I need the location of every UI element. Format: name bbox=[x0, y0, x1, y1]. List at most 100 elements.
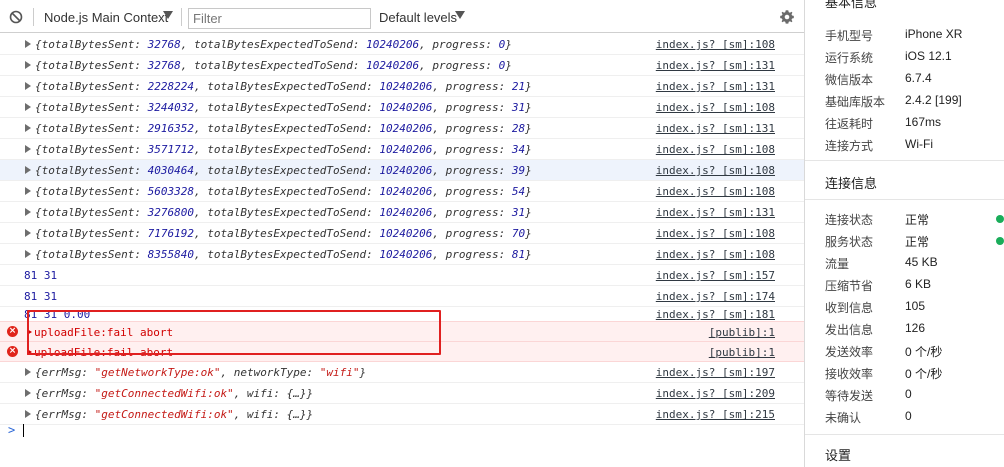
source-link[interactable]: index.js? [sm]:108 bbox=[656, 164, 775, 177]
source-link[interactable]: index.js? [sm]:197 bbox=[656, 366, 775, 379]
console-toolbar: Node.js Main Context Default levels bbox=[0, 0, 804, 33]
source-link[interactable]: index.js? [sm]:108 bbox=[656, 185, 775, 198]
panel-divider bbox=[805, 434, 1004, 435]
expand-triangle-icon[interactable] bbox=[25, 103, 31, 111]
info-value: 0 个/秒 bbox=[905, 345, 943, 359]
source-link[interactable]: index.js? [sm]:131 bbox=[656, 80, 775, 93]
console-message-row: {totalBytesSent: 2916352, totalBytesExpe… bbox=[0, 118, 804, 139]
log-object-preview[interactable]: {totalBytesSent: 32768, totalBytesExpect… bbox=[35, 59, 512, 72]
log-object-preview[interactable]: {totalBytesSent: 2228224, totalBytesExpe… bbox=[35, 80, 532, 93]
console-input-caret[interactable] bbox=[23, 424, 24, 437]
error-icon: × bbox=[7, 326, 18, 337]
expand-triangle-icon[interactable] bbox=[25, 166, 31, 174]
log-object-preview[interactable]: {totalBytesSent: 3244032, totalBytesExpe… bbox=[35, 101, 532, 114]
source-link[interactable]: index.js? [sm]:215 bbox=[656, 408, 775, 421]
source-link[interactable]: index.js? [sm]:131 bbox=[656, 206, 775, 219]
source-link[interactable]: index.js? [sm]:157 bbox=[656, 269, 775, 282]
console-message-row: {errMsg: "getConnectedWifi:ok", wifi: {…… bbox=[0, 383, 804, 404]
log-object-preview[interactable]: {totalBytesSent: 3571712, totalBytesExpe… bbox=[35, 143, 532, 156]
log-text: 81 31 bbox=[24, 290, 58, 303]
log-object-preview[interactable]: {totalBytesSent: 3276800, totalBytesExpe… bbox=[35, 206, 532, 219]
chevron-down-icon[interactable] bbox=[163, 11, 173, 19]
expand-triangle-icon[interactable] bbox=[25, 61, 31, 69]
info-value: 0 个/秒 bbox=[905, 367, 943, 381]
expand-triangle-icon[interactable] bbox=[25, 208, 31, 216]
log-object-preview[interactable]: {totalBytesSent: 2916352, totalBytesExpe… bbox=[35, 122, 532, 135]
log-object-preview[interactable]: {errMsg: "getConnectedWifi:ok", wifi: {…… bbox=[35, 408, 313, 421]
console-message-row: {errMsg: "getNetworkType:ok", networkTyp… bbox=[0, 362, 804, 383]
settings-section-title: 设置 bbox=[825, 448, 852, 463]
expand-triangle-icon[interactable] bbox=[25, 124, 31, 132]
info-value: iPhone XR bbox=[905, 27, 963, 41]
error-icon: × bbox=[7, 346, 18, 357]
console-prompt: > bbox=[8, 423, 16, 437]
source-link[interactable]: index.js? [sm]:131 bbox=[656, 122, 775, 135]
expand-triangle-icon[interactable] bbox=[25, 389, 31, 397]
log-object-preview[interactable]: {totalBytesSent: 7176192, totalBytesExpe… bbox=[35, 227, 532, 240]
info-value: Wi-Fi bbox=[905, 137, 933, 151]
expand-triangle-icon[interactable] bbox=[25, 40, 31, 48]
info-value: 167ms bbox=[905, 115, 942, 129]
expand-triangle-icon[interactable] bbox=[25, 229, 31, 237]
console-message-row: {totalBytesSent: 3276800, totalBytesExpe… bbox=[0, 202, 804, 223]
filter-input[interactable] bbox=[188, 8, 371, 29]
info-value: 正常 bbox=[905, 235, 930, 249]
panel-section-title: 基本信息 bbox=[825, 0, 878, 10]
source-link[interactable]: index.js? [sm]:131 bbox=[656, 59, 775, 72]
source-link[interactable]: index.js? [sm]:108 bbox=[656, 143, 775, 156]
source-link[interactable]: index.js? [sm]:108 bbox=[656, 38, 775, 51]
expand-triangle-icon[interactable] bbox=[25, 187, 31, 195]
chevron-down-icon[interactable] bbox=[455, 11, 465, 19]
panel-divider bbox=[805, 160, 1004, 161]
log-object-preview[interactable]: {errMsg: "getConnectedWifi:ok", wifi: {…… bbox=[35, 387, 313, 400]
source-link[interactable]: index.js? [sm]:108 bbox=[656, 248, 775, 261]
info-label: 发出信息 bbox=[825, 323, 874, 337]
console-message-row: {totalBytesSent: 5603328, totalBytesExpe… bbox=[0, 181, 804, 202]
gear-icon[interactable] bbox=[779, 9, 795, 25]
log-object-preview[interactable]: {totalBytesSent: 5603328, totalBytesExpe… bbox=[35, 185, 532, 198]
info-value: 0 bbox=[905, 409, 912, 423]
expand-triangle-icon[interactable] bbox=[25, 410, 31, 418]
info-label: 未确认 bbox=[825, 411, 862, 425]
info-value: 6 KB bbox=[905, 277, 932, 291]
log-object-preview[interactable]: {totalBytesSent: 4030464, totalBytesExpe… bbox=[35, 164, 532, 177]
console-message-row: 81 31 index.js? [sm]:157 bbox=[0, 265, 804, 286]
expand-triangle-icon[interactable] bbox=[25, 250, 31, 258]
info-panel: 基本信息 手机型号 iPhone XR 运行系统 iOS 12.1 微信版本 6.7.4 基… bbox=[805, 0, 1004, 467]
info-label: 连接状态 bbox=[825, 213, 874, 227]
info-label: 流量 bbox=[825, 257, 850, 271]
source-link[interactable]: index.js? [sm]:108 bbox=[656, 101, 775, 114]
console-message-row: {errMsg: "getConnectedWifi:ok", wifi: {…… bbox=[0, 404, 804, 425]
source-link[interactable]: [publib]:1 bbox=[709, 346, 775, 359]
expand-triangle-icon[interactable] bbox=[25, 368, 31, 376]
info-label: 微信版本 bbox=[825, 73, 874, 87]
console-message-row: {totalBytesSent: 3571712, totalBytesExpe… bbox=[0, 139, 804, 160]
info-label: 收到信息 bbox=[825, 301, 874, 315]
info-label: 运行系统 bbox=[825, 51, 874, 65]
connection-section-title: 连接信息 bbox=[825, 176, 878, 191]
status-dot-icon bbox=[996, 237, 1004, 245]
source-link[interactable]: index.js? [sm]:181 bbox=[656, 308, 775, 321]
console-message-row: {totalBytesSent: 32768, totalBytesExpect… bbox=[0, 55, 804, 76]
context-selector[interactable]: Node.js Main Context bbox=[44, 10, 168, 25]
clear-console-icon[interactable] bbox=[9, 10, 23, 24]
expand-triangle-icon[interactable] bbox=[25, 82, 31, 90]
source-link[interactable]: index.js? [sm]:209 bbox=[656, 387, 775, 400]
log-object-preview[interactable]: {totalBytesSent: 8355840, totalBytesExpe… bbox=[35, 248, 532, 261]
source-link[interactable]: index.js? [sm]:108 bbox=[656, 227, 775, 240]
source-link[interactable]: index.js? [sm]:174 bbox=[656, 290, 775, 303]
error-highlight-box bbox=[27, 310, 441, 355]
console-message-row: {totalBytesSent: 32768, totalBytesExpect… bbox=[0, 34, 804, 55]
toolbar-divider bbox=[33, 8, 34, 26]
levels-dropdown[interactable]: Default levels bbox=[379, 10, 457, 25]
info-value: 0 bbox=[905, 387, 912, 401]
info-value: 6.7.4 bbox=[905, 71, 932, 85]
console-message-row: {totalBytesSent: 3244032, totalBytesExpe… bbox=[0, 97, 804, 118]
source-link[interactable]: [publib]:1 bbox=[709, 326, 775, 339]
info-value: iOS 12.1 bbox=[905, 49, 952, 63]
console-messages: {totalBytesSent: 32768, totalBytesExpect… bbox=[0, 34, 804, 467]
expand-triangle-icon[interactable] bbox=[25, 145, 31, 153]
log-object-preview[interactable]: {errMsg: "getNetworkType:ok", networkTyp… bbox=[35, 366, 366, 379]
info-label: 等待发送 bbox=[825, 389, 874, 403]
log-object-preview[interactable]: {totalBytesSent: 32768, totalBytesExpect… bbox=[35, 38, 512, 51]
